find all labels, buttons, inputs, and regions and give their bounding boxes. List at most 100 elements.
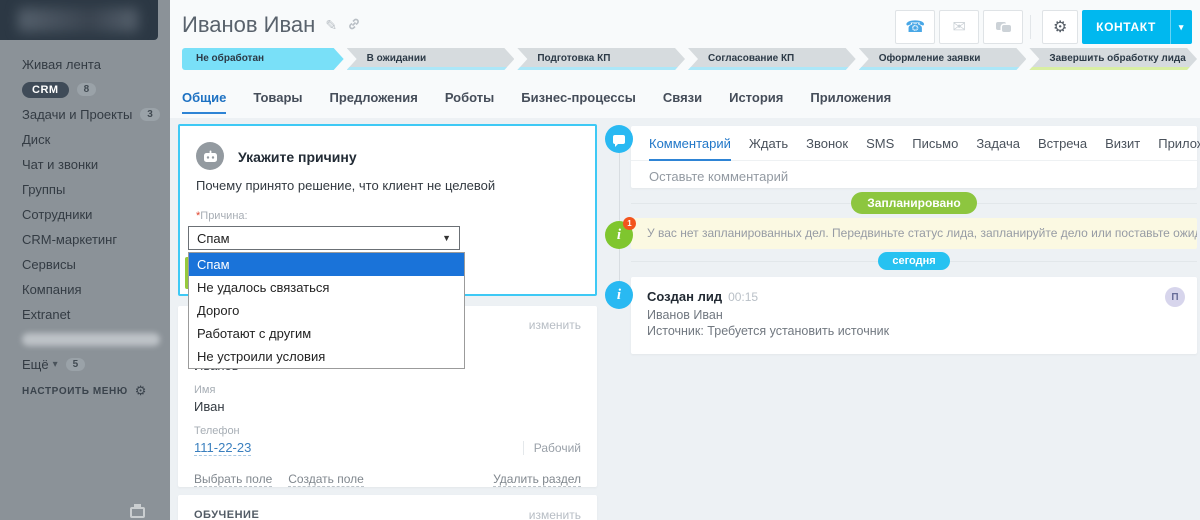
edit-link[interactable]: изменить: [529, 318, 581, 332]
dropdown-option-expensive[interactable]: Дорого: [189, 299, 464, 322]
create-field-link[interactable]: Создать поле: [288, 472, 364, 487]
avatar[interactable]: П: [1165, 287, 1185, 307]
sidebar-item-employees[interactable]: Сотрудники: [22, 206, 162, 223]
tl-tab-wait[interactable]: Ждать: [749, 136, 788, 160]
sidebar-item-company[interactable]: Компания: [22, 281, 162, 298]
tl-tab-apps[interactable]: Приложения: [1158, 136, 1200, 160]
settings-button[interactable]: ⚙: [1042, 10, 1078, 44]
blurred-label: [22, 333, 160, 346]
tl-tab-comment[interactable]: Комментарий: [649, 136, 731, 161]
workspace-logo[interactable]: [0, 0, 158, 40]
tab-business-processes[interactable]: Бизнес-процессы: [521, 90, 636, 114]
sidebar-item-crm-marketing[interactable]: CRM-маркетинг: [22, 231, 162, 248]
sidebar-item-chat[interactable]: Чат и звонки: [22, 156, 162, 173]
sidebar-item-groups[interactable]: Группы: [22, 181, 162, 198]
configure-menu-button[interactable]: НАСТРОИТЬ МЕНЮ⚙: [22, 383, 162, 399]
link-icon[interactable]: [347, 17, 361, 34]
email-button[interactable]: ✉: [939, 10, 979, 44]
sidebar-item-tasks[interactable]: Задачи и Проекты 3: [22, 106, 162, 123]
phone-label: Телефон: [194, 425, 581, 437]
tl-tab-meeting[interactable]: Встреча: [1038, 136, 1087, 160]
training-card: ОБУЧЕНИЕ изменить: [178, 495, 597, 520]
dropdown-option-no-contact[interactable]: Не удалось связаться: [189, 276, 464, 299]
sidebar-item-label: Сервисы: [22, 257, 76, 272]
phone-type: Рабочий: [523, 441, 581, 455]
tl-tab-task[interactable]: Задача: [976, 136, 1020, 160]
select-field-link[interactable]: Выбрать поле: [194, 472, 272, 487]
stage-quote-approval[interactable]: Согласование КП: [688, 48, 856, 70]
event-title: Создан лид: [647, 289, 722, 304]
sidebar-item-label: Ещё: [22, 357, 49, 372]
tab-products[interactable]: Товары: [253, 90, 302, 114]
sidebar-item-disk[interactable]: Диск: [22, 131, 162, 148]
stage-stripe: [347, 67, 515, 70]
tab-robots[interactable]: Роботы: [445, 90, 494, 114]
stage-order-processing[interactable]: Оформление заявки: [859, 48, 1027, 70]
logo-blur: [18, 8, 138, 32]
training-section-title: ОБУЧЕНИЕ: [194, 509, 259, 520]
stage-stripe: [688, 67, 856, 70]
tl-tab-call[interactable]: Звонок: [806, 136, 848, 160]
delete-section-link[interactable]: Удалить раздел: [493, 472, 581, 487]
reason-select[interactable]: Спам ▼: [188, 226, 460, 250]
stage-stripe: [1029, 67, 1197, 70]
stage-finish-lead[interactable]: Завершить обработку лида: [1029, 48, 1197, 70]
chat-button[interactable]: [983, 10, 1023, 44]
toolbar-separator: [1030, 15, 1031, 39]
tab-quotes[interactable]: Предложения: [330, 90, 418, 114]
today-badge: сегодня: [878, 252, 949, 270]
stage-label: Подготовка КП: [537, 53, 610, 64]
sidebar-item-label: Диск: [22, 132, 50, 147]
dropdown-option-spam[interactable]: Спам: [189, 253, 464, 276]
dropdown-option-terms[interactable]: Не устроили условия: [189, 345, 464, 368]
lead-tabs: Общие Товары Предложения Роботы Бизнес-п…: [182, 90, 891, 114]
sidebar-item-blurred[interactable]: [22, 331, 162, 348]
lead-created-card: Создан лид 00:15 Иванов Иван Источник: Т…: [631, 277, 1197, 354]
tl-tab-visit[interactable]: Визит: [1105, 136, 1140, 160]
event-line-name: Иванов Иван: [647, 308, 1181, 322]
phone-number-link[interactable]: 111-22-23: [194, 440, 251, 456]
tl-tab-email[interactable]: Письмо: [912, 136, 958, 160]
caret-down-icon[interactable]: ▾: [1171, 22, 1192, 33]
tl-tab-sms[interactable]: SMS: [866, 136, 894, 160]
call-button[interactable]: ☎: [895, 10, 935, 44]
stage-label: Согласование КП: [708, 53, 794, 64]
planned-badge: Запланировано: [851, 192, 977, 214]
phone-icon: ☎: [905, 17, 925, 37]
robot-icon: [196, 142, 224, 170]
sidebar-item-crm[interactable]: CRM8: [22, 81, 162, 98]
reason-card-subtitle: Почему принято решение, что клиент не це…: [196, 178, 495, 193]
chat-bubbles-icon: [996, 22, 1011, 32]
sidebar-item-label: Extranet: [22, 307, 70, 322]
stage-stripe: [859, 67, 1027, 70]
pencil-icon[interactable]: ✎: [325, 17, 337, 34]
sidebar-item-label: Сотрудники: [22, 207, 92, 222]
stage-label: Оформление заявки: [879, 53, 981, 64]
tasks-count-badge: 3: [140, 108, 160, 121]
configure-menu-label: НАСТРОИТЬ МЕНЮ: [22, 386, 128, 397]
stage-quote-preparation[interactable]: Подготовка КП: [517, 48, 685, 70]
select-caret-icon: ▼: [442, 233, 451, 243]
printer-icon[interactable]: [130, 507, 145, 518]
sidebar-item-extranet[interactable]: Extranet: [22, 306, 162, 323]
sidebar-item-live-feed[interactable]: Живая лента: [22, 56, 162, 73]
edit-link[interactable]: изменить: [529, 508, 581, 520]
stage-not-processed[interactable]: Не обработан: [182, 48, 344, 70]
stage-waiting[interactable]: В ожидании: [347, 48, 515, 70]
comment-input[interactable]: Оставьте комментарий: [631, 161, 1197, 192]
tab-history[interactable]: История: [729, 90, 783, 114]
stage-label: Завершить обработку лида: [1049, 53, 1185, 64]
sidebar-item-more[interactable]: Ещё▾5: [22, 356, 162, 373]
sidebar-item-services[interactable]: Сервисы: [22, 256, 162, 273]
sidebar-item-label: CRM-маркетинг: [22, 232, 117, 247]
tab-connections[interactable]: Связи: [663, 90, 702, 114]
dropdown-option-competitor[interactable]: Работают с другим: [189, 322, 464, 345]
sidebar-item-label: Группы: [22, 182, 65, 197]
sidebar-item-label: Чат и звонки: [22, 157, 98, 172]
tab-general[interactable]: Общие: [182, 90, 226, 114]
stage-label: В ожидании: [367, 53, 426, 64]
sidebar-item-label: Задачи и Проекты: [22, 107, 132, 122]
tab-apps[interactable]: Приложения: [810, 90, 891, 114]
contact-button[interactable]: КОНТАКТ ▾: [1082, 10, 1192, 44]
sidebar-item-label: Живая лента: [22, 57, 101, 72]
